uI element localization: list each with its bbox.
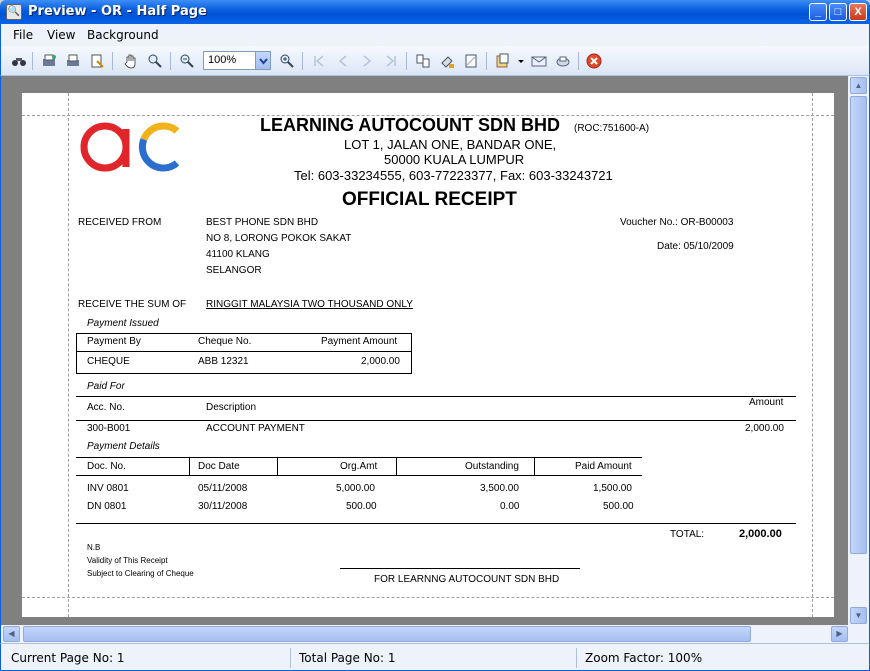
paid-amount-header: Paid Amount — [575, 461, 632, 472]
total-value: 2,000.00 — [739, 528, 782, 540]
watermark-icon[interactable] — [463, 53, 479, 69]
note-validity: Validity of This Receipt — [87, 556, 168, 565]
amount-value: 2,000.00 — [745, 423, 784, 434]
export-dropdown-icon[interactable] — [513, 53, 524, 69]
payer-line-2: NO 8, LORONG POKOK SAKAT — [206, 233, 352, 244]
sum-label: RECEIVE THE SUM OF — [78, 299, 187, 310]
horizontal-scroll-thumb[interactable] — [23, 626, 751, 642]
close-preview-icon[interactable] — [586, 53, 602, 69]
current-page-status: Current Page No: 1 — [5, 648, 291, 668]
doc-date-header: Doc Date — [198, 461, 240, 472]
zoom-select[interactable]: 100% — [203, 51, 271, 70]
menu-view[interactable]: View — [47, 28, 75, 42]
zoom-factor-status: Zoom Factor: 100% — [585, 651, 703, 665]
cheque-no-value: ABB 12321 — [198, 356, 249, 367]
title-bar: 🔍 Preview - OR - Half Page _ □ X — [0, 0, 870, 24]
outstanding-header: Outstanding — [465, 461, 519, 472]
payer-line-1: BEST PHONE SDN BHD — [206, 217, 319, 228]
horizontal-scrollbar[interactable]: ◀ ▶ — [0, 625, 870, 643]
email-icon[interactable] — [531, 53, 547, 69]
payment-amount-value: 2,000.00 — [361, 356, 400, 367]
receipt-heading: OFFICIAL RECEIPT — [342, 189, 517, 210]
minimize-button[interactable]: _ — [809, 3, 827, 21]
last-page-icon — [383, 53, 399, 69]
page-setup-icon[interactable] — [89, 53, 105, 69]
scroll-up-icon[interactable]: ▲ — [850, 77, 867, 94]
doc-no-header: Doc. No. — [87, 461, 126, 472]
company-name: LEARNING AUTOCOUNT SDN BHD — [260, 115, 560, 135]
hand-tool-icon[interactable] — [123, 53, 139, 69]
detail-row-2-outstanding: 0.00 — [500, 501, 520, 512]
multiple-pages-icon[interactable] — [415, 53, 431, 69]
paid-for-title: Paid For — [87, 381, 125, 392]
chevron-down-icon[interactable] — [255, 52, 270, 69]
acc-no-value: 300-B001 — [87, 423, 131, 434]
menu-bar: File View Background — [0, 24, 870, 46]
preview-app-icon: 🔍 — [6, 4, 22, 20]
company-logo — [80, 122, 180, 172]
signature-line-text: FOR LEARNNG AUTOCOUNT SDN BHD — [374, 574, 560, 585]
amount-header: Amount — [749, 397, 784, 408]
total-label: TOTAL: — [670, 529, 705, 540]
cheque-no-header: Cheque No. — [198, 336, 252, 347]
zoom-value: 100% — [208, 54, 237, 66]
detail-row-1-doc-no: INV 0801 — [87, 483, 129, 494]
detail-row-2-doc-no: DN 0801 — [87, 501, 127, 512]
detail-row-1-outstanding: 3,500.00 — [480, 483, 519, 494]
company-address-2: 50000 KUALA LUMPUR — [384, 152, 525, 167]
zoom-out-icon[interactable] — [179, 53, 195, 69]
scroll-down-icon[interactable]: ▼ — [850, 607, 867, 624]
company-roc: (ROC:751600-A) — [574, 123, 650, 134]
close-button[interactable]: X — [849, 3, 867, 21]
payer-line-3: 41100 KLANG — [206, 249, 270, 260]
vertical-scrollbar[interactable]: ▲ ▼ — [848, 76, 870, 625]
description-value: ACCOUNT PAYMENT — [206, 423, 305, 434]
payment-details-title: Payment Details — [87, 441, 160, 452]
maximize-button[interactable]: □ — [829, 3, 847, 21]
print-icon[interactable] — [65, 53, 81, 69]
scroll-left-icon[interactable]: ◀ — [3, 626, 20, 642]
note-nb: N.B — [87, 543, 101, 552]
first-page-icon — [311, 53, 327, 69]
next-page-icon — [359, 53, 375, 69]
window-title: Preview - OR - Half Page — [28, 4, 207, 19]
menu-background[interactable]: Background — [87, 28, 159, 42]
total-page-status: Total Page No: 1 — [293, 648, 577, 668]
payment-by-value: CHEQUE — [87, 356, 130, 367]
payment-amount-header: Payment Amount — [321, 336, 398, 347]
detail-row-1-paid-amount: 1,500.00 — [593, 483, 632, 494]
detail-row-2-doc-date: 30/11/2008 — [198, 501, 248, 512]
receipt-page: LEARNING AUTOCOUNT SDN BHD (ROC:751600-A… — [22, 93, 834, 617]
export-icon[interactable] — [495, 53, 511, 69]
company-phones: Tel: 603-33234555, 603-77223377, Fax: 60… — [294, 168, 613, 183]
receipt-date: Date: 05/10/2009 — [657, 241, 734, 252]
magnifier-icon[interactable] — [147, 53, 163, 69]
detail-row-2-paid-amount: 500.00 — [603, 501, 634, 512]
description-header: Description — [206, 402, 257, 413]
received-from-label: RECEIVED FROM — [78, 217, 162, 228]
detail-row-2-org-amt: 500.00 — [346, 501, 377, 512]
payment-by-header: Payment By — [87, 336, 141, 347]
status-bar: Current Page No: 1 Total Page No: 1 Zoom… — [0, 643, 870, 671]
previous-page-icon — [335, 53, 351, 69]
background-color-icon[interactable] — [439, 53, 455, 69]
acc-no-header: Acc. No. — [87, 402, 125, 413]
payment-issued-title: Payment Issued — [87, 318, 159, 329]
note-cheque-clearing: Subject to Clearing of Cheque — [87, 569, 194, 578]
voucher-number: Voucher No.: OR-B00003 — [620, 217, 734, 228]
sum-in-words: RINGGIT MALAYSIA TWO THOUSAND ONLY — [206, 299, 413, 310]
detail-row-1-org-amt: 5,000.00 — [336, 483, 375, 494]
org-amt-header: Org.Amt — [340, 461, 378, 472]
menu-file[interactable]: File — [13, 28, 33, 42]
vertical-scroll-thumb[interactable] — [850, 96, 867, 554]
find-icon[interactable] — [11, 53, 27, 69]
company-address-1: LOT 1, JALAN ONE, BANDAR ONE, — [344, 137, 557, 152]
payer-line-4: SELANGOR — [206, 265, 262, 276]
send-icon[interactable] — [555, 53, 571, 69]
toolbar: 100% — [0, 46, 870, 76]
zoom-in-icon[interactable] — [279, 53, 295, 69]
detail-row-1-doc-date: 05/11/2008 — [198, 483, 248, 494]
print-setup-icon[interactable] — [41, 53, 57, 69]
scroll-right-icon[interactable]: ▶ — [831, 626, 848, 642]
